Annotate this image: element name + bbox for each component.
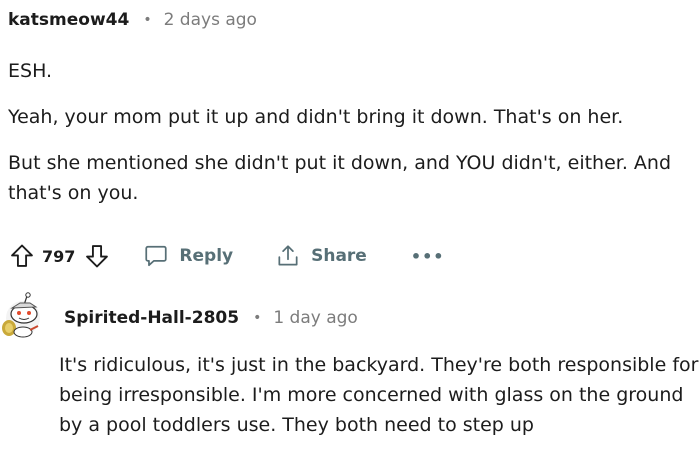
reply-timestamp[interactable]: 1 day ago [273, 308, 358, 328]
comment-body: ESH. Yeah, your mom put it up and didn't… [8, 56, 698, 224]
share-button[interactable]: Share [275, 243, 367, 269]
reply-actions-clipped [60, 452, 360, 458]
comment-paragraph: Yeah, your mom put it up and didn't brin… [8, 106, 624, 128]
share-label: Share [311, 246, 367, 266]
reply-avatar[interactable] [0, 290, 46, 338]
share-upload-icon [278, 245, 298, 266]
arrow-up-outline-icon [11, 244, 33, 267]
reply-body: It's ridiculous, it's just in the backya… [59, 354, 699, 436]
reply-meta: Spirited-Hall-2805 • 1 day ago [64, 305, 358, 331]
comment-meta: katsmeow44 • 2 days ago [8, 8, 257, 32]
comment-timestamp[interactable]: 2 days ago [164, 10, 257, 30]
reply-username[interactable]: Spirited-Hall-2805 [64, 308, 239, 328]
speech-bubble-icon [145, 245, 168, 267]
comment-username[interactable]: katsmeow44 [8, 10, 129, 30]
snoo-avatar-icon [2, 292, 40, 338]
reply-button[interactable]: Reply [143, 243, 233, 269]
comment-paragraph: But she mentioned she didn't put it down… [8, 152, 672, 204]
meta-separator: • [253, 310, 262, 326]
downvote-button[interactable] [83, 242, 111, 270]
arrow-down-outline-icon [86, 245, 109, 268]
reply-label: Reply [179, 246, 234, 266]
comment-paragraph: ESH. [8, 60, 53, 82]
upvote-button[interactable] [8, 242, 36, 270]
meta-separator: • [143, 12, 152, 28]
vote-group: 797 [8, 242, 111, 270]
comment-actions: 797 Reply Share ••• [8, 241, 445, 271]
more-options-button[interactable]: ••• [411, 247, 445, 266]
vote-score: 797 [42, 246, 76, 266]
